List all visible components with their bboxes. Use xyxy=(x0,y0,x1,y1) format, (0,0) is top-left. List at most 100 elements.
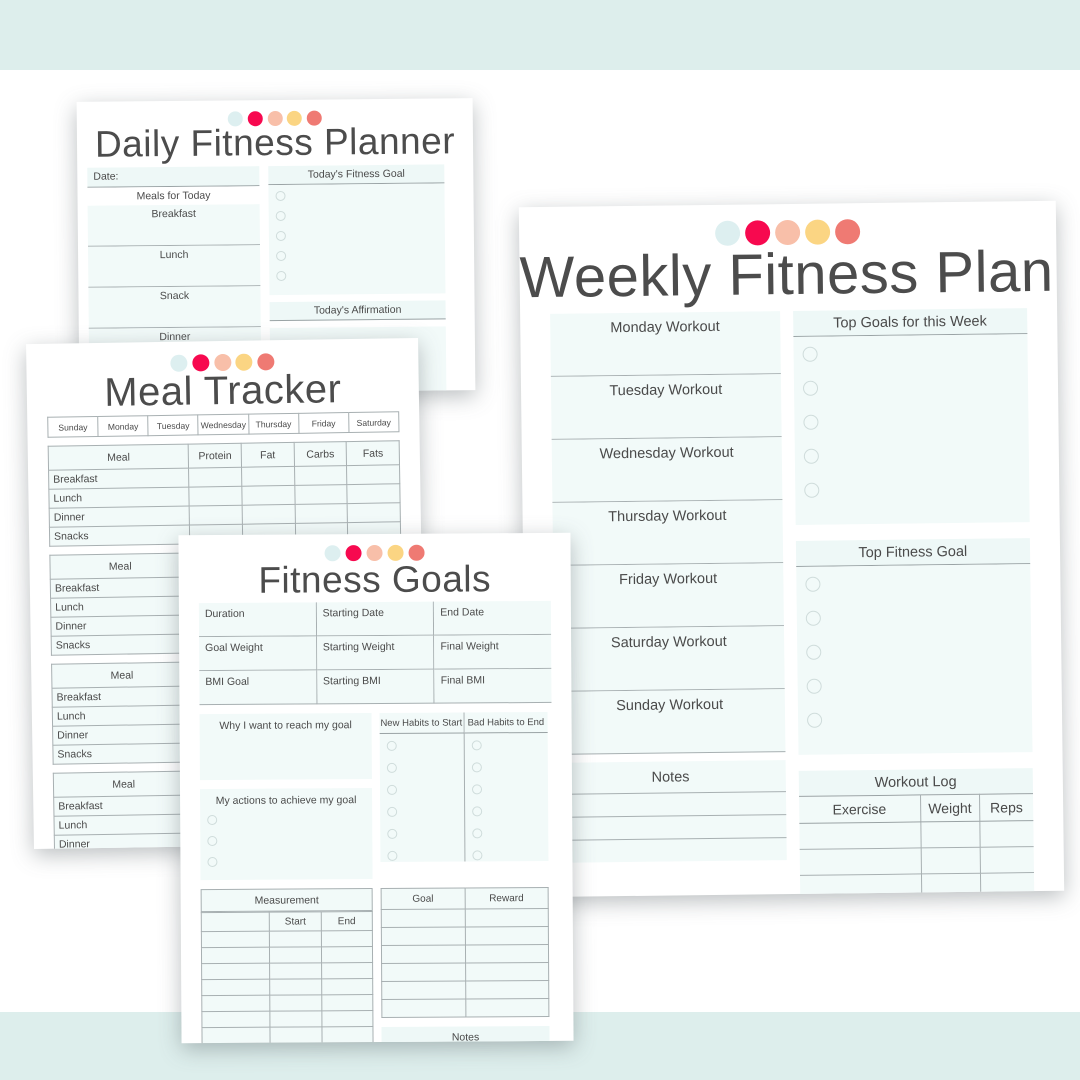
table-row[interactable] xyxy=(381,962,549,982)
cell-weight[interactable] xyxy=(921,873,981,898)
day-write-area[interactable] xyxy=(550,334,780,376)
cell-name[interactable] xyxy=(201,978,271,996)
table-row[interactable] xyxy=(381,908,549,928)
goal-info-row[interactable]: BMI Goal Starting BMI Final BMI xyxy=(199,668,552,705)
fitness-goal-checklist[interactable] xyxy=(268,183,446,295)
checkbox-ring-icon[interactable] xyxy=(802,414,819,431)
top-goals-checklist[interactable] xyxy=(792,334,1030,526)
table-row[interactable] xyxy=(201,1026,374,1044)
checkbox-ring-icon[interactable] xyxy=(207,856,218,867)
cell-fats[interactable] xyxy=(347,483,401,504)
cell-start[interactable] xyxy=(270,1026,322,1043)
cell-exercise[interactable] xyxy=(798,822,922,850)
table-row[interactable] xyxy=(201,994,373,1012)
cell-end[interactable] xyxy=(321,994,373,1011)
day-block[interactable]: Thursday Workout xyxy=(552,500,783,567)
table-row[interactable] xyxy=(201,930,373,948)
actions-panel[interactable]: My actions to achieve my goal xyxy=(200,787,373,880)
cell-fat[interactable] xyxy=(241,466,295,487)
checkbox-ring-icon[interactable] xyxy=(275,230,286,241)
weekday-selector[interactable]: Sunday Monday Tuesday Wednesday Thursday… xyxy=(47,411,400,438)
date-field[interactable]: Date: xyxy=(87,165,260,188)
weekday-saturday[interactable]: Saturday xyxy=(348,411,400,433)
cell-reps[interactable] xyxy=(979,846,1034,874)
notes-line[interactable] xyxy=(555,791,786,818)
measurement-table[interactable]: Start End xyxy=(201,911,374,1044)
workout-log-table[interactable]: Exercise Weight Reps xyxy=(798,793,1037,898)
habits-checklists[interactable] xyxy=(379,732,549,862)
field-starting-bmi[interactable]: Starting BMI xyxy=(316,669,435,705)
cell-reps[interactable] xyxy=(979,820,1034,848)
checkbox-ring-icon[interactable] xyxy=(387,828,398,839)
cell-reward[interactable] xyxy=(465,962,549,981)
day-block[interactable]: Monday Workout xyxy=(550,311,781,378)
checkbox-ring-icon[interactable] xyxy=(806,678,822,694)
cell-end[interactable] xyxy=(321,946,373,963)
cell-goal[interactable] xyxy=(381,998,466,1018)
cell-name[interactable] xyxy=(201,930,270,948)
meal-block[interactable]: Breakfast xyxy=(87,203,260,247)
checkbox-ring-icon[interactable] xyxy=(805,610,821,626)
table-row[interactable] xyxy=(201,978,373,996)
meal-write-area[interactable] xyxy=(89,301,261,328)
cell-goal[interactable] xyxy=(381,926,465,946)
cell-reward[interactable] xyxy=(464,908,549,927)
cell-start[interactable] xyxy=(269,946,322,963)
cell-goal[interactable] xyxy=(381,962,466,982)
cell-fat[interactable] xyxy=(241,485,295,506)
cell-carbs[interactable] xyxy=(294,484,348,505)
field-bmi-goal[interactable]: BMI Goal xyxy=(199,670,318,705)
checkbox-ring-icon[interactable] xyxy=(802,346,818,363)
goal-info-row[interactable]: Duration Starting Date End Date xyxy=(198,600,552,637)
weekly-fitness-planner-sheet[interactable]: Weekly Fitness Planner Monday Workout Tu… xyxy=(518,200,1065,898)
checkbox-ring-icon[interactable] xyxy=(803,482,819,499)
meal-write-area[interactable] xyxy=(88,260,260,287)
cell-end[interactable] xyxy=(321,1010,373,1027)
day-block[interactable]: Wednesday Workout xyxy=(551,437,782,504)
notes-line[interactable] xyxy=(556,837,787,864)
day-block[interactable]: Saturday Workout xyxy=(553,626,785,693)
new-habits-checklist[interactable] xyxy=(379,733,465,862)
checkbox-ring-icon[interactable] xyxy=(803,448,819,465)
weekday-friday[interactable]: Friday xyxy=(297,411,349,434)
day-write-area[interactable] xyxy=(551,397,781,439)
field-final-weight[interactable]: Final Weight xyxy=(434,634,552,670)
checkbox-ring-icon[interactable] xyxy=(207,814,218,825)
day-write-area[interactable] xyxy=(554,649,784,691)
weekday-sunday[interactable]: Sunday xyxy=(47,415,98,438)
checkbox-ring-icon[interactable] xyxy=(804,576,821,592)
bad-habits-checklist[interactable] xyxy=(464,733,548,862)
cell-reps[interactable] xyxy=(980,872,1035,898)
checkbox-ring-icon[interactable] xyxy=(471,740,482,751)
day-block[interactable]: Tuesday Workout xyxy=(550,374,782,441)
cell-name[interactable] xyxy=(201,1010,271,1028)
checkbox-ring-icon[interactable] xyxy=(276,270,287,281)
cell-weight[interactable] xyxy=(920,821,980,849)
cell-start[interactable] xyxy=(270,1010,322,1027)
checkbox-ring-icon[interactable] xyxy=(386,762,397,773)
table-row[interactable] xyxy=(381,944,549,964)
cell-name[interactable] xyxy=(201,994,271,1012)
field-final-bmi[interactable]: Final BMI xyxy=(434,668,552,704)
cell-reward[interactable] xyxy=(465,980,549,999)
table-row[interactable] xyxy=(201,1010,373,1028)
top-fitness-goal-checklist[interactable] xyxy=(795,564,1033,756)
checkbox-ring-icon[interactable] xyxy=(276,250,287,261)
cell-fat[interactable] xyxy=(242,504,296,525)
checkbox-ring-icon[interactable] xyxy=(387,850,398,861)
day-write-area[interactable] xyxy=(553,523,783,565)
field-starting-weight[interactable]: Starting Weight xyxy=(316,635,435,671)
cell-exercise[interactable] xyxy=(799,874,922,898)
cell-goal[interactable] xyxy=(381,908,465,928)
cell-name[interactable] xyxy=(201,962,271,980)
cell-end[interactable] xyxy=(321,1026,374,1043)
cell-end[interactable] xyxy=(321,962,373,979)
cell-end[interactable] xyxy=(321,930,373,947)
checkbox-ring-icon[interactable] xyxy=(275,190,286,201)
meal-table[interactable]: Meal Protein Fat Carbs Fats Breakfast Lu… xyxy=(48,440,402,547)
table-row[interactable] xyxy=(798,820,1034,850)
day-block[interactable]: Sunday Workout xyxy=(554,689,786,756)
fitness-goals-sheet[interactable]: Fitness Goals Duration Starting Date End… xyxy=(178,532,574,1044)
day-block[interactable]: Friday Workout xyxy=(553,563,784,630)
day-write-area[interactable] xyxy=(553,586,783,628)
